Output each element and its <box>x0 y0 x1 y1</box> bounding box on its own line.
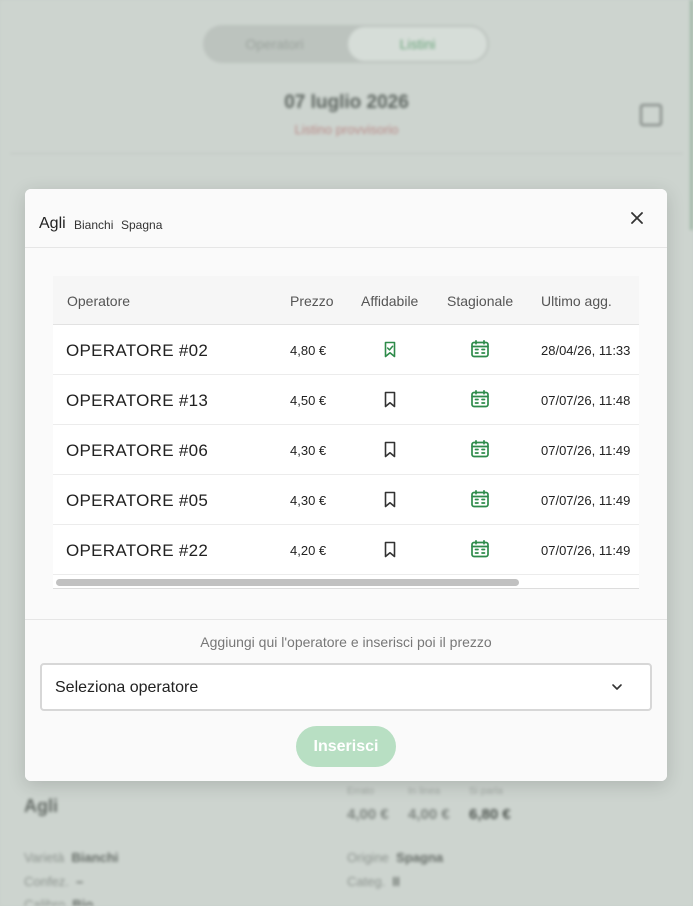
price-label: Si parla <box>469 786 503 797</box>
operators-table[interactable]: Operatore Prezzo Affidabile Stagionale U… <box>53 276 639 589</box>
bookmark-icon[interactable] <box>383 441 397 458</box>
table-row[interactable]: OPERATORE #05 4,30 € 07/07/26, 11:49 <box>53 475 639 525</box>
variety-tag: Bianchi <box>74 218 114 232</box>
price-value: 6,80 € <box>469 806 511 823</box>
operator-price: 4,30 € <box>290 443 327 458</box>
last-updated: 07/07/26, 11:48 <box>541 393 631 408</box>
modal-body: Operatore Prezzo Affidabile Stagionale U… <box>25 248 667 619</box>
product-title: Agli <box>24 796 58 816</box>
tab-operatori: Operatori <box>245 36 304 52</box>
calendar-icon <box>471 339 489 358</box>
last-updated: 07/07/26, 11:49 <box>541 443 631 458</box>
divider <box>10 153 683 154</box>
operator-price: 4,50 € <box>290 393 327 408</box>
operators-modal: Agli Bianchi Spagna Operatore Prezzo Aff… <box>25 189 667 781</box>
column-prezzo: Prezzo <box>290 293 334 309</box>
price-value: 4,00 € <box>408 806 450 823</box>
horizontal-scrollbar[interactable] <box>53 576 639 589</box>
table-row[interactable]: OPERATORE #22 4,20 € 07/07/26, 11:49 <box>53 525 639 575</box>
column-operatore: Operatore <box>67 293 131 309</box>
detail-row: Varietà Bianchi <box>24 850 119 865</box>
calendar-icon <box>640 104 662 126</box>
bookmark-icon[interactable] <box>383 491 397 508</box>
detail-row: Origine Spagna <box>347 850 444 865</box>
calendar-icon <box>471 489 489 508</box>
page-subtitle: Listino provvisorio <box>294 122 399 137</box>
bookmark-check-icon[interactable] <box>383 341 397 358</box>
view-switch: Operatori Listini <box>203 25 489 63</box>
operator-name: OPERATORE #22 <box>66 541 209 560</box>
table-row[interactable]: OPERATORE #02 4,80 € 28/04/26, 11:33 <box>53 325 639 375</box>
price-value: 4,00 € <box>347 806 389 823</box>
last-updated: 28/04/26, 11:33 <box>541 343 631 358</box>
insert-button[interactable]: Inserisci <box>296 726 396 767</box>
scrollbar-thumb[interactable] <box>56 579 519 586</box>
operator-price: 4,30 € <box>290 493 327 508</box>
add-operator-hint: Aggiungi qui l'operatore e inserisci poi… <box>200 634 492 650</box>
close-icon <box>631 212 643 224</box>
price-label: In linea <box>408 786 441 797</box>
modal-header: Agli Bianchi Spagna <box>25 189 667 248</box>
detail-row: Calibro Bio <box>24 897 94 906</box>
column-ultimo-agg: Ultimo agg. <box>541 293 612 309</box>
tab-listini: Listini <box>348 27 487 61</box>
calendar-icon <box>471 539 489 558</box>
operator-select[interactable]: Seleziona operatore <box>40 663 652 711</box>
table-row[interactable]: OPERATORE #06 4,30 € 07/07/26, 11:49 <box>53 425 639 475</box>
modal-title: Agli <box>39 215 66 232</box>
operator-name: OPERATORE #06 <box>66 441 209 460</box>
column-stagionale: Stagionale <box>447 293 514 309</box>
operator-name: OPERATORE #02 <box>66 341 209 360</box>
price-label: Errato <box>347 786 375 797</box>
bookmark-icon[interactable] <box>383 541 397 558</box>
close-button[interactable] <box>626 207 648 229</box>
last-updated: 07/07/26, 11:49 <box>541 493 631 508</box>
detail-row: Confez. – <box>24 874 84 889</box>
modal-footer: Aggiungi qui l'operatore e inserisci poi… <box>25 619 667 781</box>
bookmark-icon[interactable] <box>383 391 397 408</box>
operator-select-value: Seleziona operatore <box>55 679 199 696</box>
operator-price: 4,80 € <box>290 343 327 358</box>
table-row[interactable]: OPERATORE #13 4,50 € 07/07/26, 11:48 <box>53 375 639 425</box>
column-affidabile: Affidabile <box>361 293 419 309</box>
last-updated: 07/07/26, 11:49 <box>541 543 631 558</box>
calendar-icon <box>471 389 489 408</box>
page-date: 07 luglio 2026 <box>284 92 409 113</box>
calendar-icon <box>471 439 489 458</box>
chevron-down-icon <box>612 684 622 690</box>
operator-name: OPERATORE #05 <box>66 491 209 510</box>
detail-row: Categ. II <box>347 874 400 889</box>
origin-tag: Spagna <box>121 218 163 232</box>
table-header: Operatore Prezzo Affidabile Stagionale U… <box>53 276 639 325</box>
operator-name: OPERATORE #13 <box>66 391 209 410</box>
operator-price: 4,20 € <box>290 543 327 558</box>
